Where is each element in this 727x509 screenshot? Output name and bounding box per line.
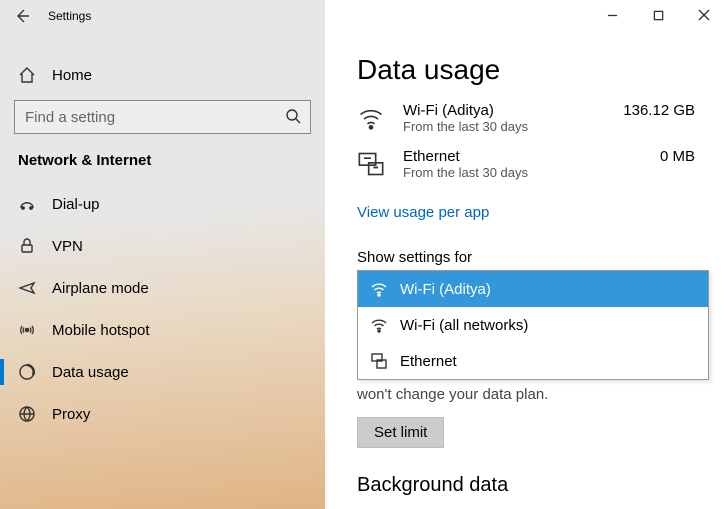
wifi-icon [357,104,385,132]
ethernet-icon [357,150,385,178]
titlebar: Settings [0,0,325,32]
sidebar-item-label: Dial-up [52,196,100,213]
sidebar-item-label: Data usage [52,364,129,381]
data-usage-icon [18,363,36,381]
nav-list: Dial-up VPN Airplane mode Mobile hotspot… [0,183,325,435]
close-icon [698,9,710,21]
sidebar-item-proxy[interactable]: Proxy [0,393,325,435]
network-dropdown[interactable]: Wi-Fi (Aditya) Wi-Fi (all networks) Ethe… [357,270,709,380]
view-usage-link[interactable]: View usage per app [357,204,489,221]
home-icon [18,66,36,84]
usage-value: 0 MB [660,148,695,165]
set-limit-button[interactable]: Set limit [357,417,444,448]
category-title: Network & Internet [0,148,325,183]
usage-name: Wi-Fi (Aditya) [403,102,605,119]
search-icon [285,108,301,124]
show-settings-label: Show settings for [357,249,695,266]
search-container [14,100,311,134]
content-pane: Data usage Wi-Fi (Aditya) From the last … [325,0,727,509]
usage-value: 136.12 GB [623,102,695,119]
sidebar-item-hotspot[interactable]: Mobile hotspot [0,309,325,351]
ethernet-icon [370,352,388,370]
sidebar: Settings Home Network & Internet Dial-up… [0,0,325,509]
close-button[interactable] [681,0,727,30]
sidebar-item-label: Airplane mode [52,280,149,297]
window-controls [589,0,727,30]
sidebar-item-label: VPN [52,238,83,255]
window-title: Settings [48,9,91,23]
wifi-icon [370,280,388,298]
sidebar-item-vpn[interactable]: VPN [0,225,325,267]
minimize-button[interactable] [589,0,635,30]
sidebar-item-airplane[interactable]: Airplane mode [0,267,325,309]
dropdown-option-label: Wi-Fi (all networks) [400,317,528,334]
dropdown-option-label: Wi-Fi (Aditya) [400,281,491,298]
sidebar-item-label: Mobile hotspot [52,322,150,339]
dialup-icon [18,195,36,213]
dropdown-option-wifi-aditya[interactable]: Wi-Fi (Aditya) [358,271,708,307]
usage-sub: From the last 30 days [403,165,642,180]
usage-row-wifi: Wi-Fi (Aditya) From the last 30 days 136… [357,102,695,134]
usage-name: Ethernet [403,148,642,165]
wifi-icon [370,316,388,334]
sidebar-item-label: Proxy [52,406,90,423]
usage-row-ethernet: Ethernet From the last 30 days 0 MB [357,148,695,180]
arrow-left-icon [14,8,30,24]
sidebar-item-data-usage[interactable]: Data usage [0,351,325,393]
home-label: Home [52,67,92,84]
minimize-icon [607,10,618,21]
maximize-button[interactable] [635,0,681,30]
search-input[interactable] [14,100,311,134]
hotspot-icon [18,321,36,339]
sidebar-item-dialup[interactable]: Dial-up [0,183,325,225]
page-title: Data usage [357,54,695,86]
usage-sub: From the last 30 days [403,119,605,134]
section-title-background-data: Background data [357,474,695,497]
dropdown-option-label: Ethernet [400,353,457,370]
back-button[interactable] [14,8,30,24]
dropdown-option-ethernet[interactable]: Ethernet [358,343,708,379]
dropdown-option-wifi-all[interactable]: Wi-Fi (all networks) [358,307,708,343]
sidebar-item-home[interactable]: Home [0,56,325,94]
airplane-icon [18,279,36,297]
maximize-icon [653,10,664,21]
vpn-icon [18,237,36,255]
plan-hint: won't change your data plan. [357,386,695,403]
proxy-icon [18,405,36,423]
